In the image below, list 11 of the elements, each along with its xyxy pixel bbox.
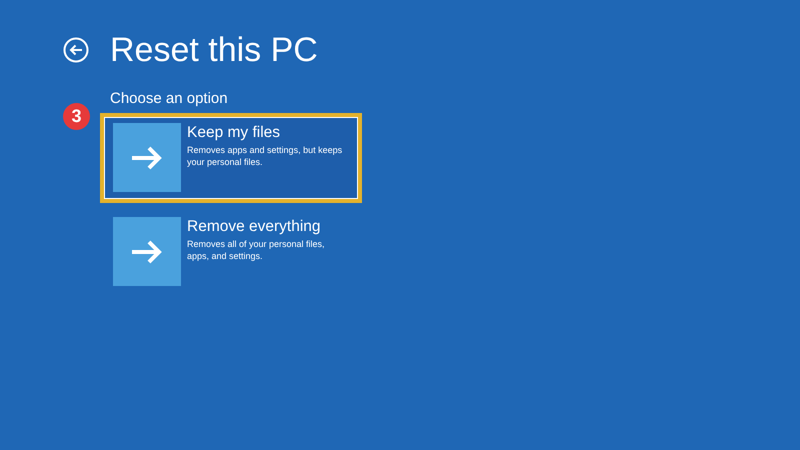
step-badge: 3 (63, 103, 90, 130)
option-title: Remove everything (187, 217, 322, 236)
back-icon[interactable] (63, 37, 89, 63)
page-subtitle: Choose an option (110, 90, 229, 107)
arrow-icon (130, 238, 164, 264)
option-description: Removes apps and settings, but keeps your personal files. (187, 144, 344, 168)
option-button[interactable]: Keep my files Removes apps and settings, but keeps your personal files. (104, 117, 358, 199)
arrow-icon (130, 144, 164, 170)
option-title: Keep my files (187, 123, 282, 142)
page-title: Reset this PC (110, 30, 318, 70)
option-description: Removes all of your personal files, apps, and settings. (187, 238, 326, 262)
